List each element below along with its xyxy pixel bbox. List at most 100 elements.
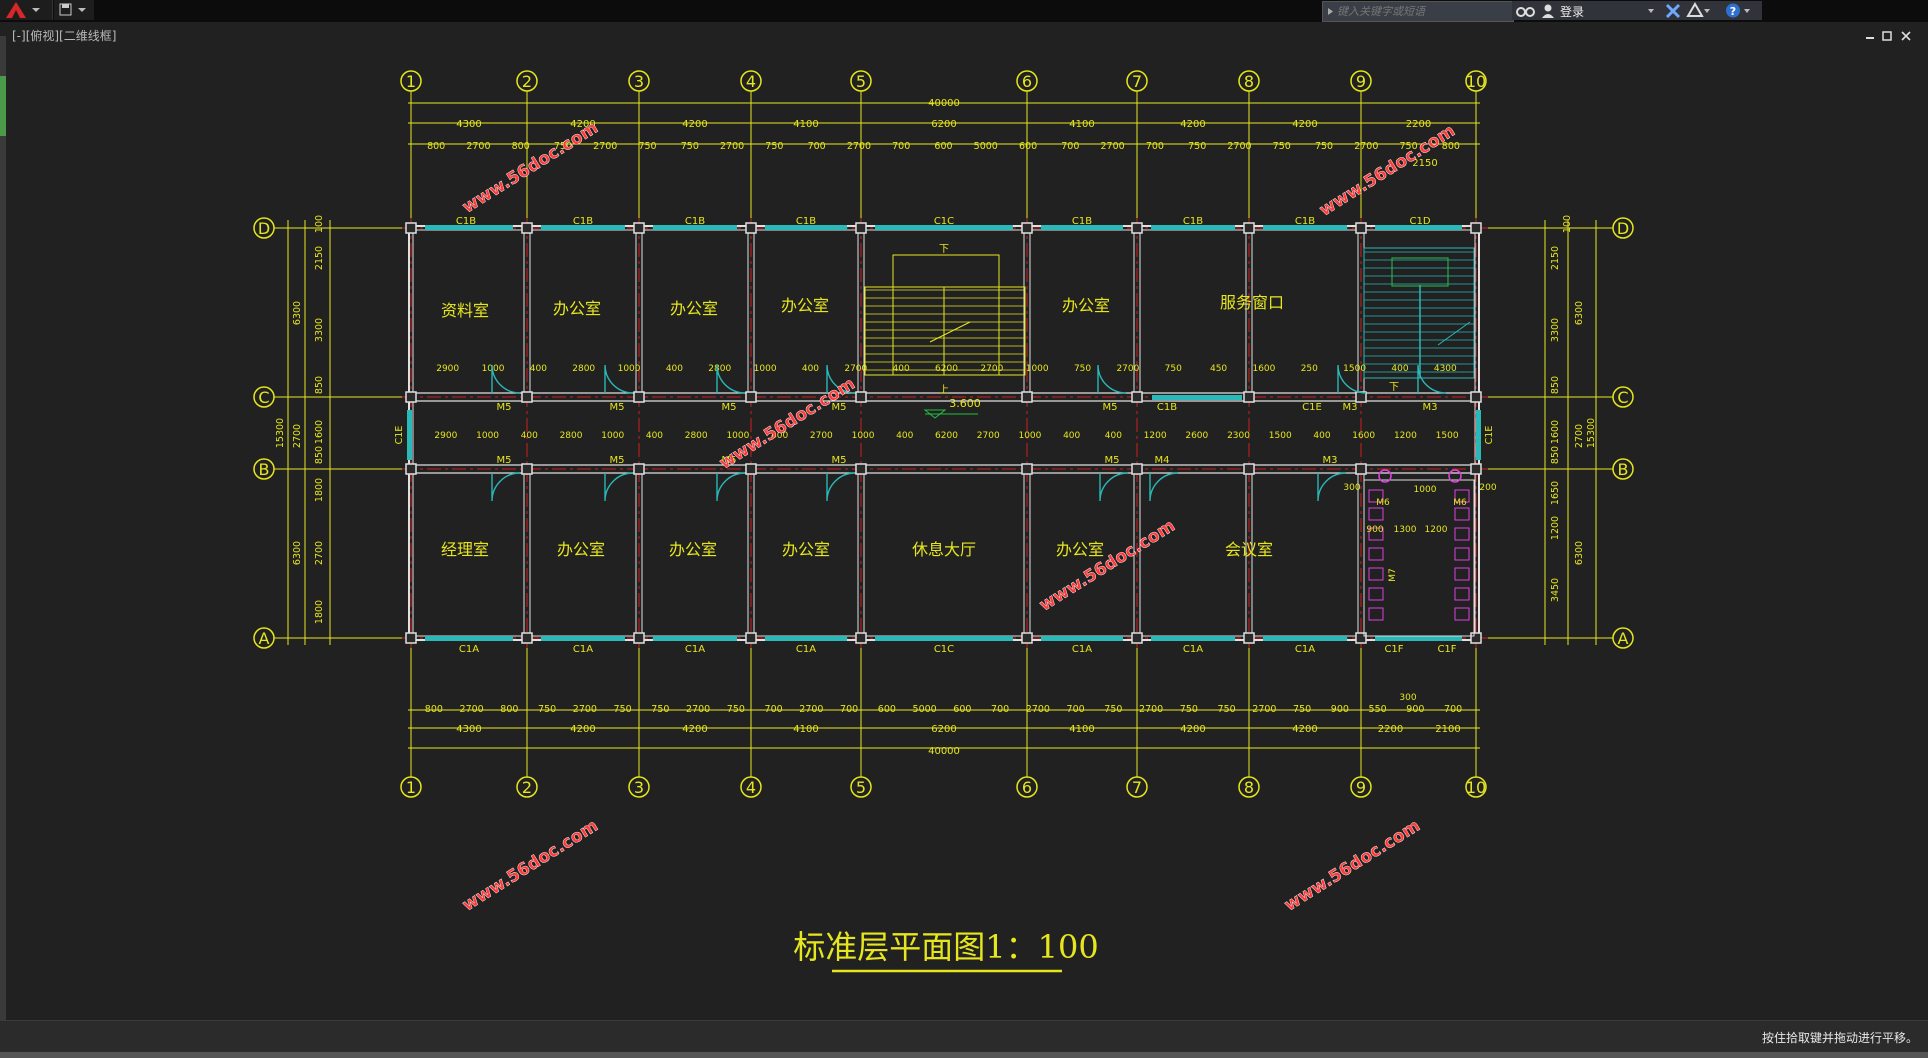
dimension-bay: 4200 [682,119,707,130]
stair-landing [1391,257,1449,287]
corridor-dimension: 1000 [1018,431,1041,441]
corridor-dimension: 2700 [810,431,833,441]
structural-column [633,632,645,644]
watermark: www.56doc.com [459,118,602,218]
dimension-total: 40000 [928,746,960,757]
stair-label: 下 [939,244,949,255]
toilet-fixture [1454,527,1470,541]
status-message: 按住拾取键并拖动进行平移。 [1761,1031,1918,1045]
drawing-canvas[interactable]: 40000400004300 4200 4200 4100 6200 4100 4200 42… [0,22,1928,1022]
quick-access-toolbar[interactable] [54,0,94,20]
user-icon [1542,4,1554,18]
status-bar: 按住拾取键并拖动进行平移。 [0,1020,1928,1053]
dimension-detail: 2700 [720,141,744,152]
dimension-detail: 2700 [1101,141,1125,152]
structural-column [745,463,757,475]
structural-column [1243,632,1255,644]
corridor-dimension: 6200 [935,431,958,441]
door-label: M5 [1103,402,1118,413]
search-field[interactable] [1322,1,1514,22]
dimension-vertical: 850 [314,446,325,464]
corridor-dimension: 1000 [1026,364,1049,374]
corridor-dimension: 400 [521,431,538,441]
structural-column [1470,463,1482,475]
corridor-dimension: 400 [896,431,913,441]
corridor-dimension: 1000 [852,431,875,441]
corridor-dimension: 4300 [1434,364,1457,374]
structural-column [1021,632,1033,644]
corridor-dimension: 2900 [434,431,457,441]
axis-bubble-label: 9 [1356,72,1366,91]
chevron-down-icon[interactable] [1646,1,1656,20]
axis-bubble-label: D [1617,219,1629,238]
structural-column [1131,632,1143,644]
window-label: C1B [1183,216,1203,227]
dimension-bay: 6200 [931,724,956,735]
dimension-detail: 550 [1369,704,1387,715]
dimension-detail: 800 [427,141,445,152]
corridor-dimension: 400 [1313,431,1330,441]
corridor-dimension: 1000 [754,364,777,374]
room-label: 休息大厅 [912,540,976,559]
dimension-detail: 900 [1406,704,1424,715]
window-bottom [765,636,847,641]
structural-column [1243,391,1255,403]
stair-arrow [929,321,971,343]
door-label: M3 [1323,455,1338,466]
search-input[interactable] [1337,2,1507,21]
door-label: M6 [1376,498,1390,508]
dimension-bay: 4100 [793,119,818,130]
corridor-dimension: 2800 [572,364,595,374]
dimension-vertical: 1600 [314,420,325,444]
dimension-bay: 4100 [1069,119,1094,130]
corridor-dimension: 1000 [618,364,641,374]
dimension-total: 40000 [928,98,960,109]
corridor-dimension: 2600 [1185,431,1208,441]
structural-column [745,632,757,644]
structural-column [1131,391,1143,403]
axis-bubble-label: 5 [856,778,866,797]
dimension-detail: 700 [991,704,1009,715]
door-label: C1B [1157,402,1177,413]
dimension-detail: 600 [953,704,971,715]
corridor-dimension: 2700 [980,364,1003,374]
axis-bubble-label: 7 [1132,72,1142,91]
toilet-fixture [1368,607,1384,621]
axis-bubble-label: 4 [746,72,756,91]
axis-bubble-label: B [1618,460,1629,479]
axis-bubble-label: 2 [522,778,532,797]
dimension-detail: 750 [765,141,783,152]
door-label: M7 [1388,568,1398,582]
help-icon[interactable]: ? [1724,1,1754,20]
window-label: C1E [394,426,405,445]
room-label: 办公室 [1062,296,1110,315]
dimension-bay: 4300 [456,119,481,130]
window-label: C1C [934,644,954,655]
axis-bubble-label: 6 [1022,778,1032,797]
window-bottom [541,636,625,641]
axis-bubble-label: 6 [1022,72,1032,91]
dimension-vertical: 1800 [314,478,325,502]
structural-column [1355,222,1367,234]
structural-column [855,391,867,403]
window-label: C1B [1072,216,1092,227]
binoculars-icon[interactable] [1514,1,1538,20]
application-menu-button[interactable] [0,0,53,20]
room-label: 办公室 [553,299,601,318]
room-label: 服务窗口 [1220,293,1284,312]
door-label: M5 [497,455,512,466]
dimension-detail: 2700 [593,141,617,152]
login-label[interactable]: 登录 [1560,3,1584,20]
structural-column [855,632,867,644]
structural-column [1131,222,1143,234]
exchange-apps-icon[interactable] [1664,1,1682,20]
dimension-detail: 900 [1366,525,1383,535]
window-label: C1A [1183,644,1203,655]
a360-icon[interactable] [1686,1,1710,20]
door-swing [604,472,634,502]
dimension-detail: 5000 [913,704,937,715]
dimension-detail: 1300 [1394,525,1417,535]
structural-column [1470,632,1482,644]
axis-bubble-label: 7 [1132,778,1142,797]
window-label: C1B [685,216,705,227]
